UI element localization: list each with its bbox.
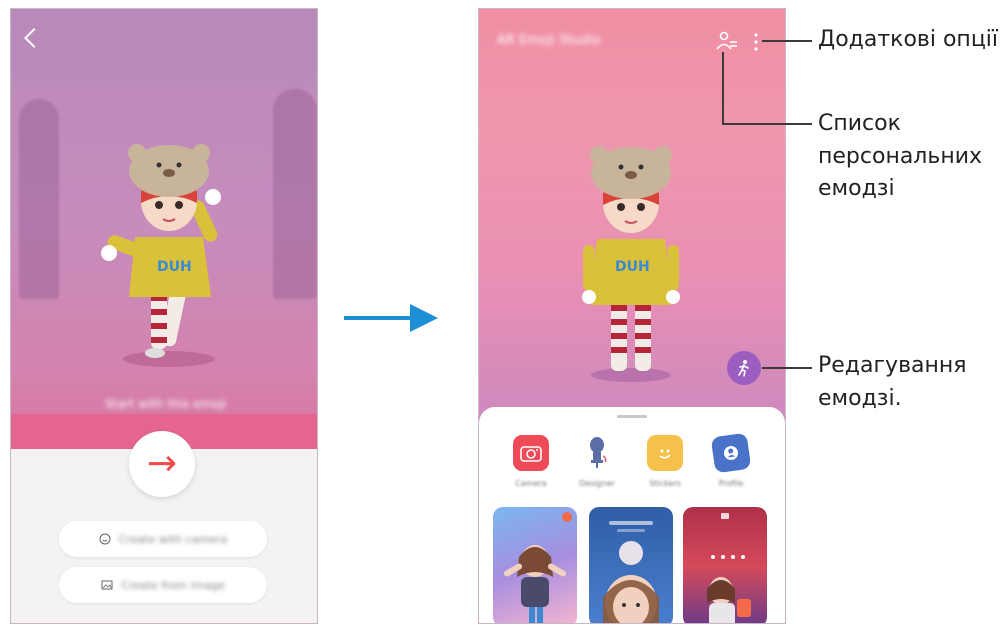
feature-profile[interactable]: Profile — [701, 432, 761, 495]
feature-label: Stickers — [649, 479, 681, 488]
background-silhouette — [19, 99, 59, 299]
thumbnail-sticker[interactable] — [493, 507, 577, 623]
thumbnail-call-screen[interactable] — [589, 507, 673, 623]
feature-designer[interactable]: Designer — [567, 435, 627, 495]
callout-emoji-list-2: персональних — [818, 144, 983, 169]
emoji-list-icon[interactable] — [715, 29, 739, 53]
feature-stickers[interactable]: Stickers — [635, 435, 695, 495]
avatar-figure: DUH — [582, 146, 680, 382]
thumbnail-image — [503, 512, 572, 623]
svg-text:DUH: DUH — [615, 259, 650, 275]
edit-emoji-button[interactable] — [727, 351, 761, 385]
create-from-image-label: Create from image — [121, 578, 225, 592]
smiley-icon — [99, 533, 111, 545]
profile-icon — [710, 432, 752, 474]
callout-emoji-list-1: Список — [818, 111, 901, 136]
thumbnail-lockscreen[interactable] — [683, 507, 767, 623]
create-from-image-button[interactable]: Create from image — [59, 567, 267, 603]
feature-label: Camera — [515, 479, 547, 488]
thumbnail-image — [603, 521, 659, 623]
callout-more-options: Додаткові опції — [818, 27, 999, 52]
left-phone-screen: DUH Start with this emoji → Create with … — [10, 8, 318, 624]
callout-edit-emoji-1: Редагування — [818, 353, 967, 378]
feature-sheet: Camera Designer Stickers Profile — [479, 407, 785, 623]
sticker-icon — [647, 435, 683, 471]
image-icon — [101, 580, 113, 590]
transition-arrow — [344, 304, 438, 332]
sheet-handle[interactable] — [617, 415, 647, 418]
callout-line-emoji-list — [722, 52, 724, 124]
designer-icon — [579, 435, 615, 471]
avatar-figure: DUH — [101, 144, 221, 367]
callout-line-edit-emoji — [762, 367, 812, 369]
more-options-icon[interactable] — [751, 31, 761, 53]
camera-icon — [513, 435, 549, 471]
callout-emoji-list-3: емодзі — [818, 176, 895, 201]
callout-line-emoji-list — [722, 123, 812, 125]
callout-edit-emoji-2: емодзі. — [818, 386, 902, 411]
thumbnail-image — [707, 513, 751, 623]
feature-label: Designer — [579, 479, 615, 488]
create-with-camera-button[interactable]: Create with camera — [59, 521, 267, 557]
hint-text: Start with this emoji — [105, 397, 227, 411]
feature-camera[interactable]: Camera — [501, 435, 561, 495]
right-phone-screen: AR Emoji Studio DUH Camera Designer Stic… — [478, 8, 786, 624]
create-with-camera-label: Create with camera — [118, 532, 228, 546]
svg-text:DUH: DUH — [157, 259, 192, 275]
running-figure-icon — [738, 360, 749, 377]
back-icon[interactable] — [24, 28, 44, 48]
background-silhouette — [273, 89, 317, 299]
callout-line-more-options — [762, 40, 812, 42]
feature-label: Profile — [718, 479, 744, 488]
arrow-right-icon: → — [146, 443, 178, 484]
next-button[interactable]: → — [129, 431, 195, 497]
app-title: AR Emoji Studio — [497, 33, 601, 48]
